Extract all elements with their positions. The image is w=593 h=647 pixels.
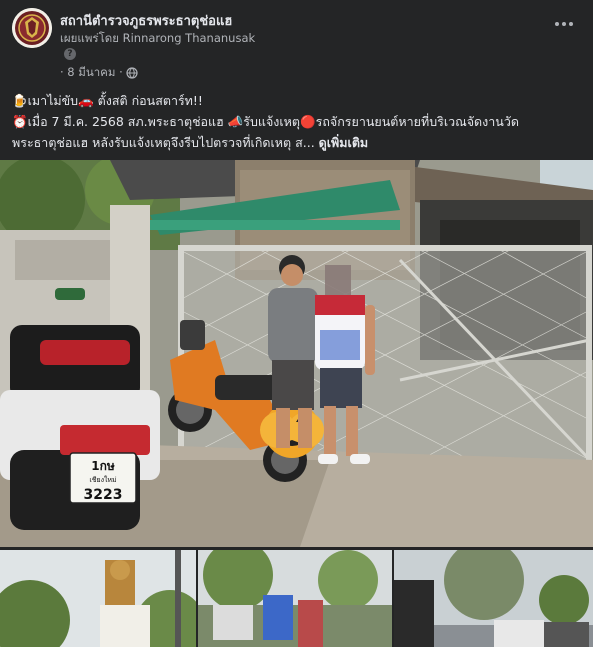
- post-header: สถานีตำรวจภูธรพระธาตุช่อแฮ เผยแพร่โดย Ri…: [12, 8, 582, 80]
- post-line-1: 🍺เมาไม่ขับ🚗 ตั้งสติ ก่อนสตาร์ท!!: [12, 93, 203, 108]
- photo-thumbnail-2[interactable]: [198, 550, 392, 647]
- photo-thumbnail-3[interactable]: [394, 550, 593, 647]
- facebook-post: สถานีตำรวจภูธรพระธาตุช่อแฮ เผยแพร่โดย Ri…: [0, 0, 593, 647]
- more-options-icon: [555, 22, 559, 26]
- page-name-link[interactable]: สถานีตำรวจภูธรพระธาตุช่อแฮ: [60, 10, 232, 31]
- post-line-2: ⏰เมื่อ 7 มี.ค. 2568 สภ.พระธาตุช่อแฮ 📣รับ…: [12, 114, 519, 129]
- globe-icon[interactable]: [126, 67, 138, 79]
- see-more-link[interactable]: ดูเพิ่มเติม: [319, 135, 369, 150]
- published-by[interactable]: เผยแพร่โดย Rinnarong Thananusak: [60, 30, 255, 48]
- plate-province: เชียงใหม่: [89, 475, 116, 484]
- more-options-button[interactable]: [552, 14, 576, 34]
- post-line-3: พระธาตุช่อแฮ หลังรับแจ้งเหตุจึงรีบไปตรวจ…: [12, 132, 582, 153]
- photo-thumbnail-1[interactable]: [0, 550, 196, 647]
- plate-number: 3223: [84, 487, 123, 503]
- post-main-photo[interactable]: 1กษ เชียงใหม่ 3223: [0, 160, 593, 547]
- post-meta: · 8 มีนาคม ·: [60, 64, 138, 82]
- post-body: 🍺เมาไม่ขับ🚗 ตั้งสติ ก่อนสตาร์ท!! ⏰เมื่อ …: [12, 90, 582, 153]
- post-line-3-text: พระธาตุช่อแฮ หลังรับแจ้งเหตุจึงรีบไปตรวจ…: [12, 135, 315, 150]
- plate-top: 1กษ: [91, 459, 115, 473]
- post-date[interactable]: · 8 มีนาคม ·: [60, 64, 123, 82]
- photo-scene: 1กษ เชียงใหม่ 3223: [0, 160, 593, 547]
- police-badge-logo: [12, 8, 52, 48]
- page-avatar[interactable]: [12, 8, 52, 48]
- help-icon[interactable]: ?: [64, 48, 76, 60]
- photo-thumbnails: [0, 550, 593, 647]
